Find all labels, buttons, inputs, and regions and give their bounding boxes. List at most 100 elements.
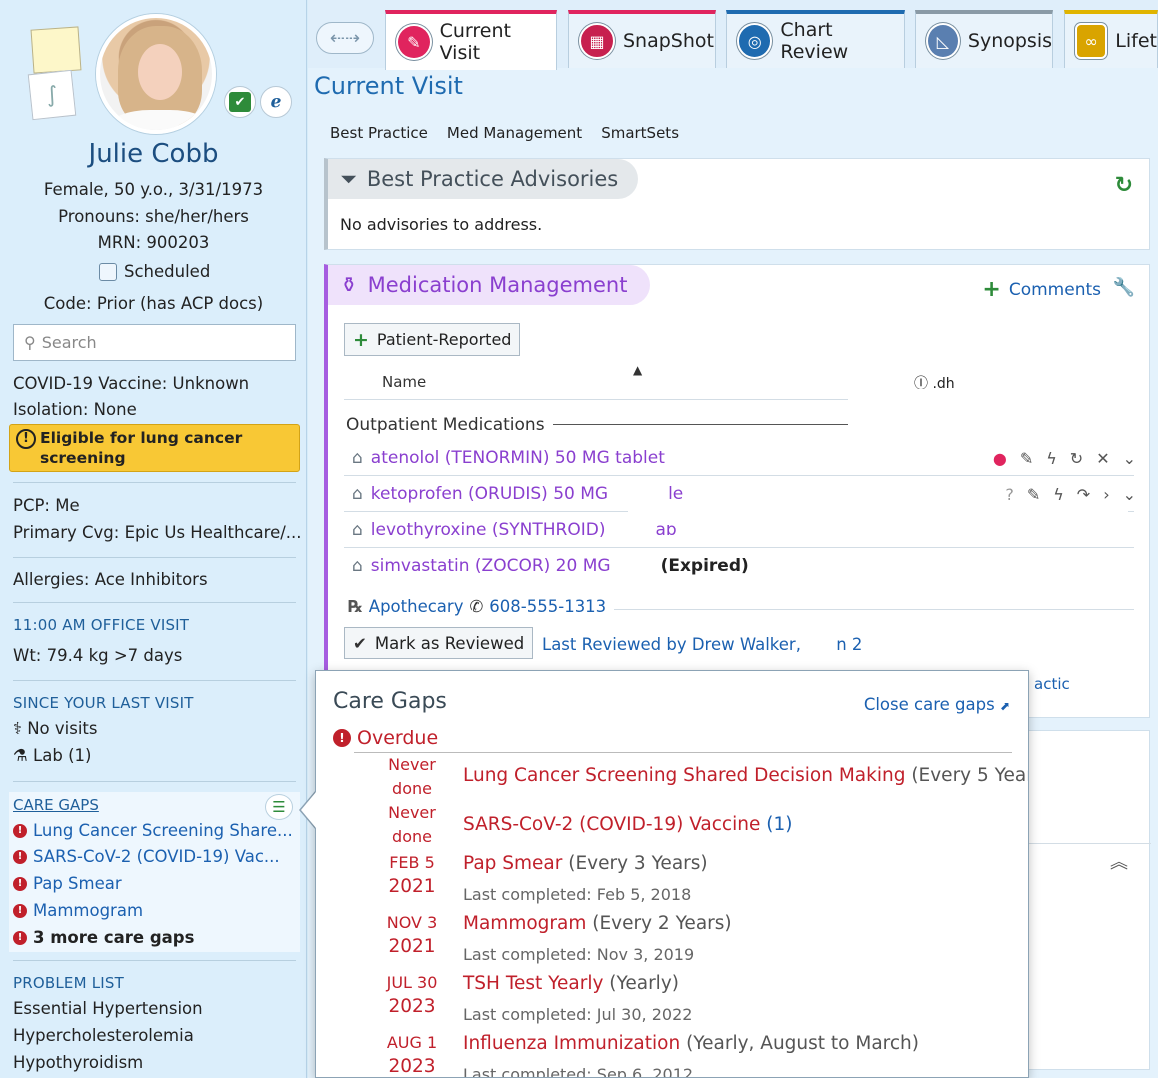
medication-row[interactable]: ⌂ simvastatin (ZOCOR) 20 MG (Expired) — [352, 549, 1136, 583]
tab-current-visit[interactable]: ✎ Current Visit — [385, 10, 557, 70]
action-link[interactable]: actic — [1034, 675, 1070, 693]
alert-icon[interactable]: ● — [993, 449, 1007, 468]
care-gap-item[interactable]: ! Lung Cancer Screening Share... — [13, 821, 293, 840]
refresh-icon[interactable]: ↻ — [1115, 173, 1133, 198]
checkin-icon[interactable]: ✔ — [224, 86, 256, 118]
gap-name[interactable]: Pap Smear — [463, 853, 562, 874]
coverage-value: Epic Us Healthcare/... — [124, 523, 302, 542]
care-gap-row[interactable]: Influenza Immunization (Yearly, August t… — [463, 1033, 919, 1054]
lightning-icon[interactable]: ϟ — [1046, 449, 1057, 468]
care-gap-row[interactable]: SARS-CoV-2 (COVID-19) Vaccine (1) — [463, 814, 792, 835]
care-gap-item[interactable]: ! Mammogram — [13, 901, 143, 920]
medication-row[interactable]: ⌂ atenolol (TENORMIN) 50 MG tablet ● ✎ ϟ… — [352, 441, 1136, 475]
patient-sidebar: ∫ ✔ ℯ Julie Cobb Female, 50 y.o., 3/31/1… — [0, 0, 307, 1078]
lightning-icon[interactable]: ϟ — [1053, 485, 1064, 504]
gap-last-completed: Last completed: Feb 5, 2018 — [463, 885, 692, 904]
allergies-value: Ace Inhibitors — [94, 570, 208, 589]
gap-frequency: (Every 5 Years) — [911, 765, 1028, 786]
last-reviewed-link[interactable]: Last Reviewed by Drew Walker, n 2 — [542, 635, 862, 654]
gap-name[interactable]: Mammogram — [463, 913, 586, 934]
gap-name[interactable]: SARS-CoV-2 (COVID-19) Vaccine — [463, 814, 760, 835]
expand-icon[interactable]: ⌄ — [1123, 449, 1136, 468]
care-gap-row[interactable]: Lung Cancer Screening Shared Decision Ma… — [463, 765, 1028, 786]
care-gaps-title[interactable]: CARE GAPS — [13, 796, 99, 814]
coverage-info[interactable]: Primary Cvg: Epic Us Healthcare/... — [13, 523, 302, 542]
gap-name[interactable]: Influenza Immunization — [463, 1033, 680, 1054]
discontinue-icon[interactable]: › — [1103, 485, 1109, 504]
care-gap-row[interactable]: Mammogram (Every 2 Years) — [463, 913, 732, 934]
name-column-header[interactable]: Name — [382, 373, 426, 391]
scheduled-checkbox[interactable]: Scheduled — [99, 262, 210, 281]
tab-chart-review[interactable]: ◎ Chart Review — [726, 10, 905, 68]
tab-lifetime[interactable]: ∞ Lifet — [1064, 10, 1158, 68]
comments-button[interactable]: + Comments — [982, 277, 1101, 302]
sort-caret-icon: ▲ — [633, 363, 643, 377]
refill-icon[interactable]: ↷ — [1077, 485, 1090, 504]
care-gap-item[interactable]: ! Pap Smear — [13, 874, 122, 893]
code-status[interactable]: Code: Prior (has ACP docs) — [0, 294, 306, 313]
edit-icon[interactable]: ✎ — [1027, 485, 1040, 504]
collapse-arrow-icon: ⬈ — [999, 699, 1010, 713]
medication-name[interactable]: simvastatin (ZOCOR) 20 MG — [371, 556, 611, 576]
pcp-info[interactable]: PCP: Me — [13, 496, 80, 515]
sidebar-search-input[interactable]: ⚲ Search — [13, 324, 296, 361]
jump-smartsets[interactable]: SmartSets — [601, 124, 679, 142]
since-item-lab[interactable]: ⚗ Lab (1) — [13, 746, 91, 765]
overdue-label: Overdue — [357, 727, 439, 749]
pharmacy-name[interactable]: Apothecary — [369, 597, 464, 616]
tab-label: Synopsis — [967, 30, 1052, 52]
med-header[interactable]: ⚱ Medication Management — [328, 265, 650, 305]
lung-screening-alert[interactable]: ! Eligible for lung cancer screening — [9, 424, 300, 472]
gap-date-line1: AUG 1 — [386, 1033, 438, 1052]
gap-count[interactable]: (1) — [766, 814, 792, 835]
epic-e-icon[interactable]: ℯ — [260, 86, 292, 118]
checkbox-box[interactable] — [99, 262, 117, 281]
expand-icon[interactable]: ⌄ — [1123, 485, 1136, 504]
tab-snapshot[interactable]: ▦ SnapShot — [568, 10, 716, 68]
pharmacy-phone[interactable]: 608-555-1313 — [489, 597, 606, 616]
gap-date-line1: Never — [388, 755, 436, 774]
gap-last-completed: Last completed: Nov 3, 2019 — [463, 945, 695, 964]
tab-synopsis[interactable]: ◺ Synopsis — [915, 10, 1053, 68]
gap-name[interactable]: Lung Cancer Screening Shared Decision Ma… — [463, 765, 905, 786]
care-gap-row[interactable]: Pap Smear (Every 3 Years) — [463, 853, 708, 874]
wrench-icon[interactable]: 🔧 — [1113, 277, 1135, 298]
edit-icon[interactable]: ✎ — [1020, 449, 1033, 468]
since-last-visit-title: SINCE YOUR LAST VISIT — [13, 694, 194, 712]
stethoscope-note-icon[interactable]: ∫ — [27, 69, 77, 121]
problem-item[interactable]: Essential Hypertension — [13, 999, 203, 1018]
since-item-visits[interactable]: ⚕ No visits — [13, 719, 97, 738]
care-gap-item[interactable]: ! SARS-CoV-2 (COVID-19) Vac... — [13, 847, 280, 866]
bpa-title: Best Practice Advisories — [366, 167, 619, 191]
bpa-header[interactable]: ⏷ Best Practice Advisories — [328, 159, 638, 199]
problem-item[interactable]: Hypercholesterolemia — [13, 1026, 194, 1045]
mark-as-reviewed-button[interactable]: ✔ Mark as Reviewed — [344, 627, 534, 659]
reorder-icon[interactable]: ↻ — [1070, 449, 1083, 468]
patient-name[interactable]: Julie Cobb — [0, 139, 306, 169]
gap-date-line2: done — [392, 827, 432, 846]
patient-reported-button[interactable]: + Patient-Reported — [344, 323, 521, 356]
visit-time[interactable]: 11:00 AM OFFICE VISIT — [13, 616, 189, 634]
checklist-icon[interactable]: ☰ — [265, 794, 293, 820]
jump-med-management[interactable]: Med Management — [447, 124, 582, 142]
sticky-note-icon[interactable] — [30, 26, 82, 74]
pharmacy-info[interactable]: ℞ Apothecary ✆ 608-555-1313 — [348, 597, 606, 616]
allergies-info[interactable]: Allergies: Ace Inhibitors — [13, 570, 208, 589]
medication-name[interactable]: ketoprofen (ORUDIS) 50 MG — [371, 484, 608, 504]
medication-name[interactable]: levothyroxine (SYNTHROID) — [371, 520, 606, 540]
outpatient-medications-group: Outpatient Medications — [346, 415, 553, 435]
collapse-chevron-icon[interactable]: ︽ — [1110, 848, 1128, 874]
problem-list-title[interactable]: PROBLEM LIST — [13, 974, 124, 992]
back-forward-arrows-icon[interactable]: ⇠⇢ — [316, 22, 374, 54]
medication-name[interactable]: atenolol (TENORMIN) 50 MG tablet — [371, 448, 665, 468]
question-icon[interactable]: ? — [1005, 485, 1014, 504]
discontinue-icon[interactable]: ✕ — [1096, 449, 1109, 468]
care-gap-row[interactable]: TSH Test Yearly (Yearly) — [463, 973, 679, 994]
more-care-gaps-link[interactable]: ! 3 more care gaps — [13, 928, 194, 947]
patient-avatar[interactable] — [96, 14, 216, 134]
close-care-gaps-link[interactable]: Close care gaps ⬈ — [864, 695, 1010, 714]
problem-item[interactable]: Hypothyroidism — [13, 1053, 143, 1072]
gap-name[interactable]: TSH Test Yearly — [463, 973, 603, 994]
jump-best-practice[interactable]: Best Practice — [330, 124, 428, 142]
synopsis-icon: ◺ — [926, 23, 960, 59]
